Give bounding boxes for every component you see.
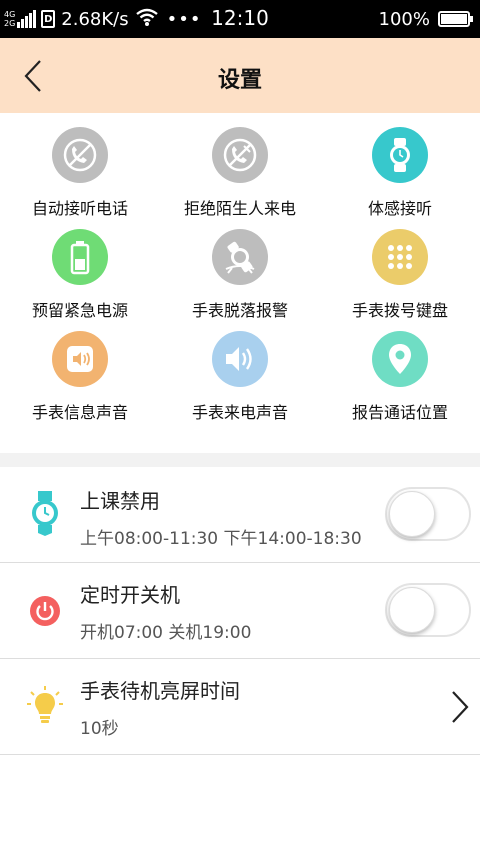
section-divider [0, 453, 480, 467]
feature-grid: 自动接听电话 拒绝陌生人来电 体感接听 预留紧急电源 手表脱落报警 手表拨号键盘… [0, 113, 480, 453]
status-bar: 4G 2G D 2.68K/s ••• 12:10 100% [0, 0, 480, 38]
network-type: 4G 2G [4, 10, 15, 28]
status-bar-right: 100% [378, 0, 473, 38]
grid-item-reject-stranger[interactable]: 拒绝陌生人来电 [160, 113, 320, 218]
row-title: 上课禁用 [80, 489, 160, 513]
toggle-knob [389, 587, 435, 633]
row-subtitle: 上午08:00-11:30 下午14:00-18:30 [80, 529, 362, 549]
toggle-knob [389, 491, 435, 537]
row-title: 手表待机亮屏时间 [80, 679, 240, 703]
grid-item-keypad[interactable]: 手表拨号键盘 [320, 215, 480, 320]
row-subtitle: 10秒 [80, 719, 119, 739]
grid-item-label: 手表信息声音 [31, 403, 128, 422]
scheduled-power-toggle[interactable] [385, 583, 471, 637]
grid-item-message-sound[interactable]: 手表信息声音 [0, 317, 160, 422]
keypad-icon [372, 229, 428, 285]
chevron-right-icon [452, 691, 469, 723]
bulb-icon [26, 681, 64, 729]
grid-item-label: 手表来电声音 [191, 403, 288, 422]
more-notifications-icon: ••• [166, 8, 202, 30]
network-type-bottom: 2G [4, 19, 16, 28]
watch-fall-alarm-icon [212, 229, 268, 285]
grid-item-label: 报告通话位置 [351, 403, 448, 422]
auto-answer-icon [52, 127, 108, 183]
list-item-screen-time[interactable]: 手表待机亮屏时间 10秒 [0, 659, 480, 755]
battery-percent: 100% [378, 8, 430, 30]
network-speed: 2.68K/s [61, 8, 129, 30]
page-title: 设置 [217, 68, 262, 93]
watch-icon [26, 489, 64, 537]
grid-item-report-location[interactable]: 报告通话位置 [320, 317, 480, 422]
app-header: 设置 [0, 38, 480, 113]
list-item-scheduled-power: 定时开关机 开机07:00 关机19:00 [0, 563, 480, 659]
reject-stranger-call-icon [212, 127, 268, 183]
grid-item-call-sound[interactable]: 手表来电声音 [160, 317, 320, 422]
sim-icon: D [41, 10, 56, 28]
battery-icon [52, 229, 108, 285]
class-disable-toggle[interactable] [385, 487, 471, 541]
location-pin-icon [372, 331, 428, 387]
wifi-icon [135, 7, 159, 31]
watch-motion-answer-icon [372, 127, 428, 183]
grid-item-motion-answer[interactable]: 体感接听 [320, 113, 480, 218]
battery-icon [438, 11, 473, 27]
message-sound-icon [52, 331, 108, 387]
signal-icon [17, 10, 37, 28]
row-subtitle: 开机07:00 关机19:00 [80, 623, 252, 643]
power-icon [26, 587, 64, 635]
status-bar-left: 4G 2G D 2.68K/s ••• [4, 0, 201, 38]
network-type-top: 4G [4, 10, 16, 19]
grid-item-emergency-power[interactable]: 预留紧急电源 [0, 215, 160, 320]
call-sound-icon [212, 331, 268, 387]
grid-item-auto-answer[interactable]: 自动接听电话 [0, 113, 160, 218]
row-title: 定时开关机 [80, 583, 180, 607]
list-item-class-disable: 上课禁用 上午08:00-11:30 下午14:00-18:30 [0, 467, 480, 563]
grid-item-fall-alarm[interactable]: 手表脱落报警 [160, 215, 320, 320]
